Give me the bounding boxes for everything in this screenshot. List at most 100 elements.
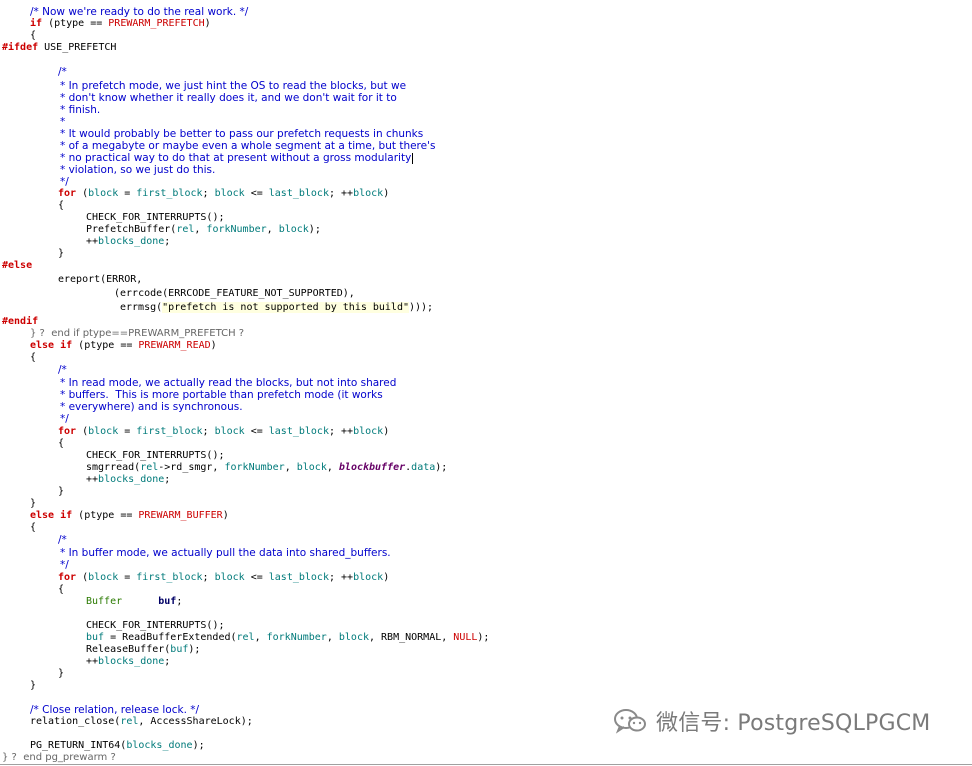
code-token: {: [30, 30, 37, 41]
code-line: /*: [58, 364, 67, 376]
code-token: *: [60, 116, 66, 128]
code-token: for: [58, 188, 77, 199]
code-token: ;: [164, 656, 171, 667]
code-token: (: [76, 572, 89, 583]
code-token: PrefetchBuffer(: [86, 224, 177, 235]
code-token: /*: [58, 534, 67, 546]
code-token: block: [214, 426, 245, 437]
code-token: = ReadBufferExtended(: [104, 632, 237, 643]
code-line: */: [60, 559, 69, 571]
code-token: ;: [202, 572, 215, 583]
code-token: * no practical way to do that at present…: [60, 152, 412, 164]
code-token: if: [30, 18, 43, 29]
code-line: PrefetchBuffer(rel, forkNumber, block);: [86, 224, 321, 236]
code-token: * of a megabyte or maybe even a whole se…: [60, 140, 436, 152]
code-token: forkNumber: [224, 462, 285, 473]
code-token: )));: [409, 302, 434, 313]
code-token: =: [118, 572, 137, 583]
code-token: data: [411, 462, 436, 473]
code-token: ++: [86, 474, 99, 485]
code-line: }: [58, 486, 64, 498]
code-line: /*: [58, 534, 67, 546]
code-token: );: [308, 224, 321, 235]
code-token: CHECK_FOR_INTERRUPTS: [86, 620, 207, 631]
code-token: errmsg(: [120, 302, 163, 313]
code-line: */: [60, 176, 69, 188]
code-token: smgrread(: [86, 462, 141, 473]
code-token: * In prefetch mode, we just hint the OS …: [60, 80, 407, 92]
code-line: * buffers. This is more portable than pr…: [60, 389, 383, 401]
code-token: ();: [206, 212, 225, 223]
code-line: * In prefetch mode, we just hint the OS …: [60, 80, 406, 92]
code-token: (: [76, 426, 89, 437]
code-token: ,: [326, 632, 339, 643]
code-line: ereport(ERROR,: [58, 274, 142, 286]
code-line: Buffer buf;: [86, 596, 182, 608]
code-token: blocks_done: [98, 656, 165, 667]
code-token: blocks_done: [98, 474, 165, 485]
code-token: {: [30, 522, 37, 533]
code-line: {: [58, 200, 64, 212]
code-token: first_block: [136, 426, 203, 437]
code-line: /*: [58, 66, 67, 78]
code-token: ; ++: [328, 572, 354, 583]
code-editor[interactable]: /* Now we're ready to do the real work. …: [0, 0, 972, 766]
code-line: for (block = first_block; block <= last_…: [58, 426, 389, 438]
code-token: USE_PREFETCH: [38, 42, 117, 53]
watermark-text: 微信号: PostgreSQLPGCM: [656, 711, 931, 736]
code-line: * of a megabyte or maybe even a whole se…: [60, 140, 435, 152]
editor-bottom-border: [0, 764, 972, 765]
code-token: buf: [86, 632, 105, 643]
code-line: PG_RETURN_INT64(blocks_done);: [30, 740, 205, 752]
code-token: last_block: [268, 572, 329, 583]
code-token: block: [88, 188, 119, 199]
text-cursor: [412, 152, 414, 164]
code-token: block: [214, 572, 245, 583]
code-token: relation_close(: [30, 716, 121, 727]
code-token: <=: [244, 188, 269, 199]
code-token: /* Now we're ready to do the real work. …: [30, 6, 249, 18]
code-token: forkNumber: [266, 632, 327, 643]
code-token: block: [338, 632, 369, 643]
code-line: smgrread(rel->rd_smgr, forkNumber, block…: [86, 462, 447, 474]
code-token: );: [435, 462, 448, 473]
code-token: PG_RETURN_INT64(: [30, 740, 127, 751]
code-line: ++blocks_done;: [86, 236, 170, 248]
code-token: );: [192, 740, 205, 751]
code-token: * everywhere) and is synchronous.: [60, 401, 243, 413]
code-token: {: [58, 200, 65, 211]
code-token: * don't know whether it really does it, …: [60, 92, 397, 104]
code-line: }: [58, 248, 64, 260]
code-token: * finish.: [60, 104, 101, 116]
code-line: if (ptype == PREWARM_PREFETCH): [30, 18, 211, 30]
code-line: } ? end pg_prewarm ?: [2, 752, 116, 764]
code-token: (: [76, 188, 89, 199]
code-token: else if: [30, 340, 73, 351]
code-line: {: [58, 438, 64, 450]
code-token: buf: [170, 644, 189, 655]
code-line: }: [58, 668, 64, 680]
code-token: blocks_done: [98, 236, 165, 247]
code-token: {: [30, 352, 37, 363]
code-token: CHECK_FOR_INTERRUPTS: [86, 212, 207, 223]
code-token: ,: [326, 462, 339, 473]
code-token: }: [58, 248, 65, 259]
code-line: #else: [2, 260, 32, 272]
code-token: ;: [164, 474, 171, 485]
code-token: ;: [202, 426, 215, 437]
code-token: #endif: [2, 316, 39, 327]
code-token: ; ++: [328, 426, 354, 437]
wechat-icon: [614, 709, 646, 734]
code-token: for: [58, 572, 77, 583]
code-line: errmsg("prefetch is not supported by thi…: [120, 302, 433, 314]
code-line: */: [60, 413, 69, 425]
code-line: #endif: [2, 316, 38, 328]
code-line: for (block = first_block; block <= last_…: [58, 572, 389, 584]
code-token: ;: [176, 596, 183, 607]
code-token: , AccessShareLock);: [138, 716, 253, 727]
code-token: ();: [206, 620, 225, 631]
code-token: ;: [164, 236, 171, 247]
code-line: CHECK_FOR_INTERRUPTS();: [86, 620, 224, 632]
code-token: * violation, so we just do this.: [60, 164, 216, 176]
code-line: ReleaseBuffer(buf);: [86, 644, 200, 656]
